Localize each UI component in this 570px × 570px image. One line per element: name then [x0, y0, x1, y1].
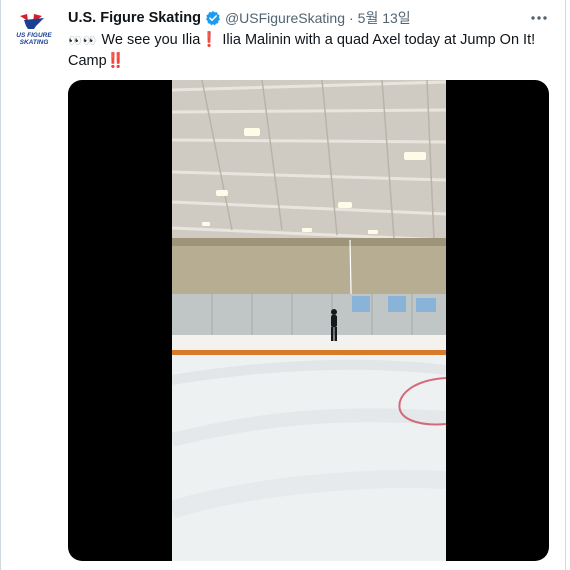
tweet-header: U.S. Figure Skating @USFigureSkating · 5… [68, 8, 554, 28]
tweet-date[interactable]: 5월 13일 [358, 8, 411, 28]
logo-text-bottom: SKATING [20, 39, 49, 46]
separator-dot: · [348, 10, 354, 26]
video-frame[interactable] [172, 80, 446, 561]
account-name[interactable]: U.S. Figure Skating [68, 10, 201, 26]
more-options-icon[interactable] [528, 8, 550, 28]
eyes-emoji: 👀👀 [68, 35, 98, 47]
account-handle[interactable]: @USFigureSkating [225, 10, 345, 26]
logo-text-top: US FIGURE [16, 32, 52, 39]
verified-badge-icon [205, 10, 221, 26]
tweet-text-part2: Ilia Malinin with a quad Axel today at J… [218, 32, 536, 48]
tweet-text-part1: We see you Ilia [97, 32, 201, 48]
tweet-video[interactable] [68, 80, 549, 561]
tweet-text-part3: Camp [68, 53, 107, 69]
us-figure-skating-logo[interactable]: US FIGURE SKATING [14, 10, 54, 50]
tweet-text: 👀👀 We see you Ilia❗ Ilia Malinin with a … [68, 30, 548, 71]
exclamation-emoji: ❗ [200, 32, 219, 48]
double-exclamation-emoji: ‼️ [106, 53, 125, 69]
tweet-card[interactable]: US FIGURE SKATING U.S. Figure Skating @U… [0, 0, 570, 570]
